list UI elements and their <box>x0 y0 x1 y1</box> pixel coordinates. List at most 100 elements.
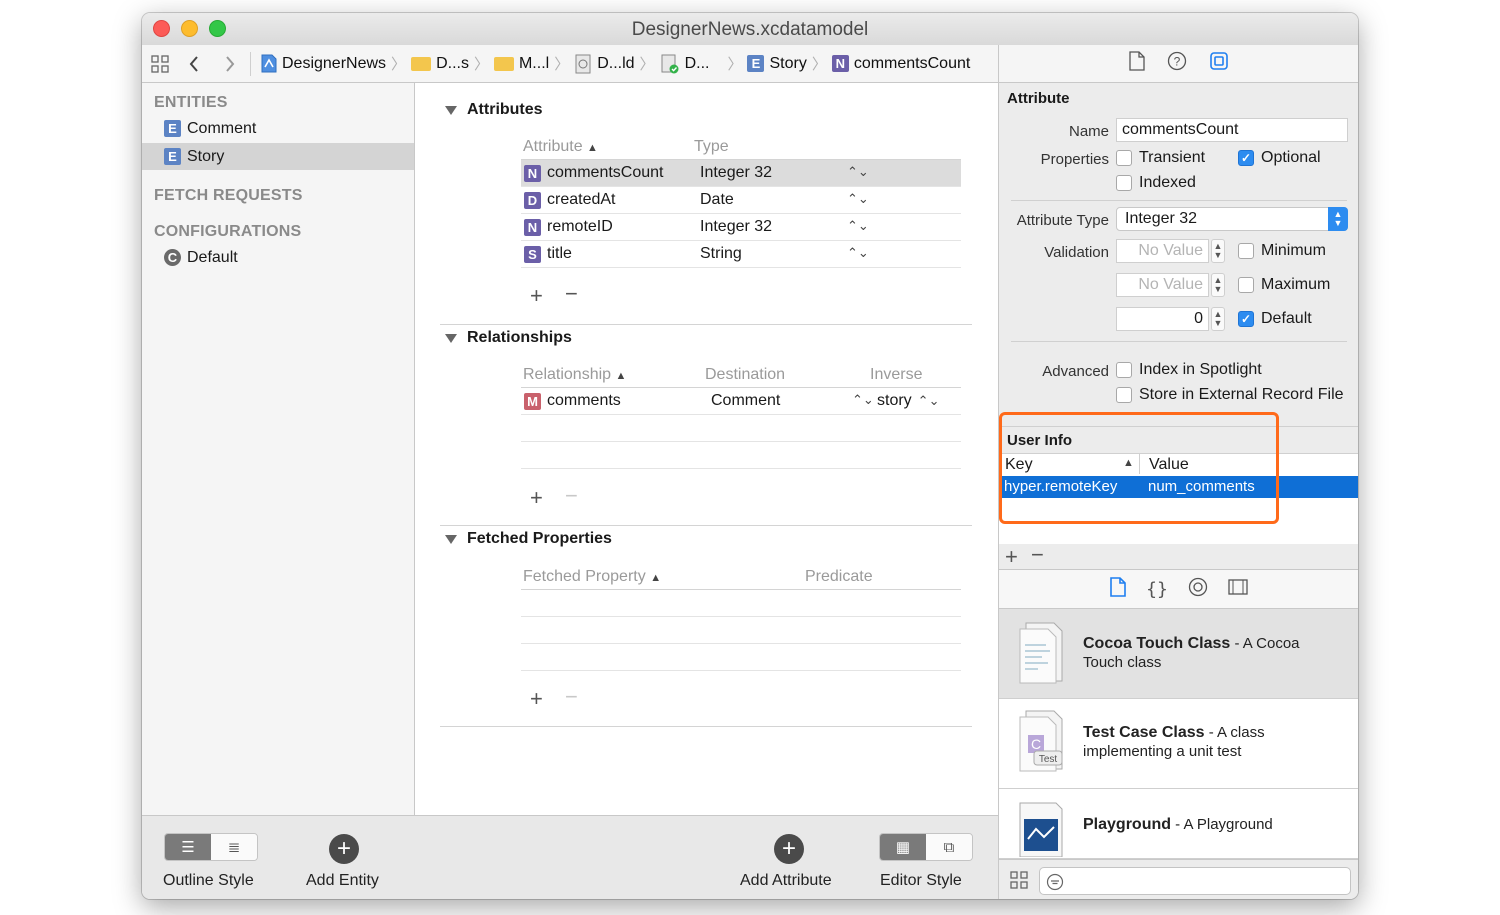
add-relationship-plus-icon[interactable]: + <box>530 487 543 509</box>
cocoa-touch-class-icon <box>1019 622 1063 684</box>
project-icon <box>261 54 277 73</box>
quick-help-icon[interactable]: ? <box>1167 51 1187 76</box>
folder-icon <box>493 56 514 71</box>
library-item-cocoa-touch-class[interactable]: Cocoa Touch Class - A Cocoa Touch class <box>999 609 1358 699</box>
library-view-mode-icon[interactable] <box>1009 870 1029 895</box>
editor-style-segmented-control[interactable]: ▦ ⧉ <box>879 833 973 861</box>
name-field[interactable]: commentsCount <box>1116 118 1348 142</box>
type-popup[interactable]: String <box>700 245 742 263</box>
entity-badge-icon: E <box>164 120 181 137</box>
add-fetched-property-plus-icon[interactable]: + <box>530 688 543 710</box>
attribute-row[interactable]: NcommentsCount Integer 32 ⌃⌄ <box>521 160 961 187</box>
add-attribute-button[interactable]: + <box>774 834 804 864</box>
breadcrumb-group-1[interactable]: D...s <box>411 55 469 73</box>
type-column-header[interactable]: Type <box>694 138 729 156</box>
attributes-section-toggle[interactable]: Attributes <box>445 101 543 119</box>
type-popup[interactable]: Date <box>700 191 734 209</box>
store-external-checkbox[interactable]: Store in External Record File <box>1116 386 1344 404</box>
inverse-popup[interactable]: story ⌃⌄ <box>877 392 939 410</box>
attribute-column-header[interactable]: Attribute ▲ <box>523 138 598 156</box>
file-template-library-icon[interactable] <box>1110 576 1126 602</box>
default-stepper[interactable]: ▲ ▼ <box>1211 307 1225 331</box>
library-filter-field[interactable] <box>1039 867 1351 895</box>
default-checkbox[interactable]: ✓ Default <box>1238 310 1312 328</box>
maximum-stepper[interactable]: ▲ ▼ <box>1211 273 1225 297</box>
list-outline-icon[interactable]: ☰ <box>165 834 211 860</box>
maximum-value-field[interactable]: No Value <box>1116 273 1209 297</box>
optional-checkbox[interactable]: ✓ Optional <box>1238 149 1321 167</box>
media-library-icon[interactable] <box>1228 578 1248 601</box>
table-style-icon[interactable]: ▦ <box>880 834 926 860</box>
library-item-test-case-class[interactable]: C Test Test Case Class - A class implemen… <box>999 699 1358 789</box>
xcdatamodel-icon <box>661 54 679 73</box>
add-user-info-plus-icon[interactable]: + <box>1005 546 1018 568</box>
disclosure-triangle-icon <box>445 105 457 115</box>
inverse-column-header[interactable]: Inverse <box>870 366 922 384</box>
indexed-checkbox[interactable]: Indexed <box>1116 174 1196 192</box>
hierarchy-outline-icon[interactable]: ≣ <box>211 834 257 860</box>
attribute-row[interactable]: DcreatedAt Date ⌃⌄ <box>521 187 961 214</box>
maximum-checkbox[interactable]: Maximum <box>1238 276 1330 294</box>
svg-text:?: ? <box>1173 55 1180 69</box>
library-selector-bar: {} <box>999 569 1358 609</box>
sidebar-item-comment[interactable]: E Comment <box>142 115 414 142</box>
empty-row <box>521 415 961 442</box>
breadcrumb-project[interactable]: DesignerNews <box>261 54 386 73</box>
forward-arrow-icon[interactable] <box>224 55 236 73</box>
remove-user-info-minus-icon[interactable]: − <box>1031 544 1044 566</box>
configurations-header: CONFIGURATIONS <box>154 223 302 240</box>
minimum-checkbox[interactable]: Minimum <box>1238 242 1326 260</box>
svg-text:Test: Test <box>1039 754 1058 765</box>
sidebar-item-default[interactable]: C Default <box>142 244 414 271</box>
breadcrumb-group-2[interactable]: M...l <box>493 55 549 73</box>
attribute-type-popup[interactable]: Integer 32 ▲ ▼ <box>1116 207 1348 231</box>
type-popup[interactable]: Integer 32 <box>700 164 772 182</box>
breadcrumb-attribute[interactable]: N commentsCount <box>831 55 970 73</box>
predicate-column-header[interactable]: Predicate <box>805 568 873 586</box>
related-items-icon[interactable] <box>150 54 170 74</box>
add-entity-button[interactable]: + <box>329 834 359 864</box>
attribute-section-title: Attribute <box>1007 90 1070 107</box>
svg-text:C: C <box>1031 736 1041 752</box>
title-bar: DesignerNews.xcdatamodel <box>142 13 1358 45</box>
graph-style-icon[interactable]: ⧉ <box>926 834 972 860</box>
remove-fetched-property-minus-icon: − <box>565 684 578 709</box>
relationship-row[interactable]: Mcomments Comment ⌃⌄ story ⌃⌄ <box>521 388 961 415</box>
number-attribute-badge-icon: N <box>524 164 541 182</box>
fetched-property-column-header[interactable]: Fetched Property ▲ <box>523 568 661 586</box>
object-library-icon[interactable] <box>1188 577 1208 602</box>
minimum-stepper[interactable]: ▲ ▼ <box>1211 239 1225 263</box>
popup-arrows-icon: ▲ ▼ <box>1328 207 1348 231</box>
index-in-spotlight-checkbox[interactable]: Index in Spotlight <box>1116 361 1262 379</box>
add-attribute-plus-icon[interactable]: + <box>530 285 543 307</box>
fetched-properties-section-toggle[interactable]: Fetched Properties <box>445 530 612 548</box>
breadcrumb-model-bundle[interactable]: D...ld <box>574 54 635 74</box>
default-value-field[interactable]: 0 <box>1116 307 1209 331</box>
type-popup[interactable]: Integer 32 <box>700 218 772 236</box>
outline-style-segmented-control[interactable]: ☰ ≣ <box>164 833 258 861</box>
breadcrumb-model[interactable]: D... <box>660 54 709 74</box>
date-attribute-badge-icon: D <box>524 191 541 209</box>
relationship-column-header[interactable]: Relationship ▲ <box>523 366 626 384</box>
transient-checkbox[interactable]: Transient <box>1116 149 1205 167</box>
breadcrumb-entity[interactable]: E Story <box>747 55 807 73</box>
remove-attribute-minus-icon[interactable]: − <box>565 283 578 305</box>
attribute-row[interactable]: NremoteID Integer 32 ⌃⌄ <box>521 214 961 241</box>
data-model-inspector-icon[interactable] <box>1209 51 1229 76</box>
attribute-row[interactable]: Stitle String ⌃⌄ <box>521 241 961 268</box>
entity-badge-icon: E <box>164 148 181 165</box>
to-many-relationship-badge-icon: M <box>524 392 541 410</box>
empty-row <box>521 617 961 644</box>
add-attribute-label: Add Attribute <box>740 872 832 889</box>
sidebar-item-story[interactable]: E Story <box>142 143 414 170</box>
editor-style-label: Editor Style <box>880 872 962 889</box>
relationships-section-toggle[interactable]: Relationships <box>445 329 572 347</box>
destination-popup[interactable]: Comment <box>711 392 780 410</box>
code-snippet-library-icon[interactable]: {} <box>1146 579 1168 600</box>
destination-column-header[interactable]: Destination <box>705 366 785 384</box>
window-title: DesignerNews.xcdatamodel <box>631 19 869 40</box>
back-arrow-icon[interactable] <box>188 55 200 73</box>
minimum-value-field[interactable]: No Value <box>1116 239 1209 263</box>
file-inspector-icon[interactable] <box>1128 51 1145 76</box>
library-item-playground[interactable]: Playground - A Playground <box>999 789 1358 859</box>
